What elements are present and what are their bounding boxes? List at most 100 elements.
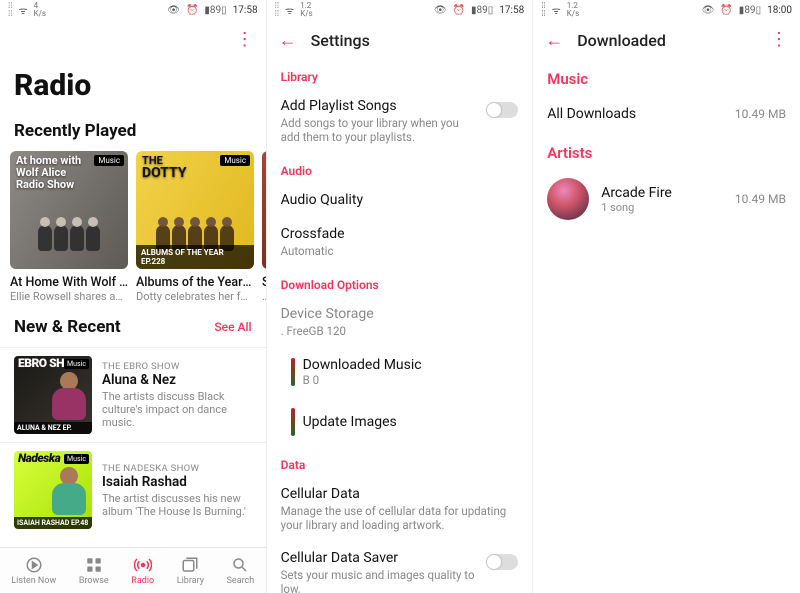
eye-icon: 👁	[167, 5, 180, 16]
row-title: Add Playlist Songs	[281, 98, 479, 114]
row-title: Device Storage	[281, 306, 519, 322]
appbar-downloaded: ← Downloaded ⋮	[533, 20, 800, 60]
eye-icon: 👁	[702, 5, 715, 16]
switch-toggle[interactable]	[486, 102, 518, 118]
artist-name: Arcade Fire	[601, 185, 723, 201]
update-images-row[interactable]: Update Images	[267, 398, 533, 448]
battery-icon: ▮89▯	[204, 5, 226, 16]
wifi-icon: ᯤ	[18, 3, 27, 17]
list-item[interactable]: Music Nadeska ISAIAH RASHAD EP.48 THE NA…	[0, 442, 266, 537]
crossfade-row[interactable]: Crossfade Automatic	[267, 218, 533, 268]
appbar-settings: ← Settings	[267, 20, 533, 60]
show-card-peek[interactable]: S… …	[262, 151, 266, 303]
list-item[interactable]: Music EBRO SH ALUNA & NEZ EP. THE EBRO S…	[0, 347, 266, 442]
back-arrow-icon[interactable]: ←	[279, 30, 297, 51]
alarm-icon: ⏰	[720, 5, 732, 16]
bottom-tab-bar: Listen Now Browse Radio Library Search	[0, 547, 266, 593]
tab-search[interactable]: Search	[227, 556, 255, 586]
see-all-link[interactable]: See All	[214, 320, 251, 334]
row-title: All Downloads	[547, 106, 725, 122]
cellular-data-row[interactable]: Cellular Data Manage the use of cellular…	[267, 478, 533, 542]
signal-icon: ⁞⁞⁞⁞	[8, 2, 12, 18]
tab-browse[interactable]: Browse	[79, 556, 109, 586]
appbar-radio: ⋮	[0, 20, 266, 60]
battery-icon: ▮89▯	[471, 5, 493, 16]
download-section-header: Download Options	[267, 268, 533, 298]
show-sub: Ellie Rowsell shares a…	[10, 290, 128, 303]
cellular-data-saver-row[interactable]: Cellular Data Saver Sets your music and …	[267, 542, 533, 593]
alarm-icon: ⏰	[186, 5, 198, 16]
eye-icon: 👁	[434, 5, 447, 16]
artist-size: 10.49 MB	[735, 192, 786, 206]
row-title: Downloaded Music	[303, 357, 519, 373]
apple-music-badge-icon: Music	[64, 454, 89, 464]
tile-overlay-text: ALBUMS OF THE YEAR EP.228	[136, 245, 254, 269]
audio-section-header: Audio	[267, 154, 533, 184]
show-eyebrow: THE EBRO SHOW	[102, 361, 252, 372]
show-card[interactable]: Music At home withWolf AliceRadio Show A…	[10, 151, 128, 303]
back-arrow-icon[interactable]: ←	[545, 30, 563, 51]
show-tile[interactable]	[262, 151, 266, 269]
apple-music-badge-icon: Music	[220, 155, 250, 166]
show-tile[interactable]: Music THEDOTTY ALBUMS OF THE YEAR EP.228	[136, 151, 254, 269]
tab-radio[interactable]: Radio	[131, 556, 154, 586]
status-bar: ⁞⁞⁞⁞ ᯤ 1.2K/s 👁 ⏰ ▮89▯ 17:58	[267, 0, 533, 20]
show-title: Albums of the Year 20…	[136, 275, 254, 290]
row-subtitle: Sets your music and images quality to lo…	[281, 568, 479, 593]
all-downloads-row[interactable]: All Downloads 10.49 MB	[533, 94, 800, 134]
tab-listen-now[interactable]: Listen Now	[11, 556, 56, 586]
net-rate: 1.2K/s	[567, 2, 579, 18]
add-playlist-songs-row[interactable]: Add Playlist Songs Add songs to your lib…	[267, 90, 533, 154]
clock: 17:58	[499, 5, 524, 16]
show-sub: …	[262, 290, 266, 303]
row-title: Update Images	[303, 414, 519, 430]
artist-sub: 1 song	[601, 201, 723, 214]
show-card[interactable]: Music THEDOTTY ALBUMS OF THE YEAR EP.228…	[136, 151, 254, 303]
status-bar: ⁞⁞⁞⁞ ᯤ 4K/s 👁 ⏰ ▮89▯ 17:58	[0, 0, 266, 20]
battery-icon: ▮89▯	[739, 5, 761, 16]
signal-icon: ⁞⁞⁞⁞	[541, 2, 545, 18]
screen-radio: ⁞⁞⁞⁞ ᯤ 4K/s 👁 ⏰ ▮89▯ 17:58 ⋮ Radio Recen…	[0, 0, 267, 593]
search-icon	[231, 556, 249, 574]
audio-quality-row[interactable]: Audio Quality	[267, 184, 533, 218]
show-desc: The artists discuss Black culture's impa…	[102, 390, 252, 429]
downloaded-music-row[interactable]: Downloaded Music B 0	[267, 348, 533, 398]
wifi-icon: ᯤ	[285, 3, 294, 17]
library-icon	[181, 556, 199, 574]
recently-played-scroll[interactable]: Music At home withWolf AliceRadio Show A…	[0, 151, 266, 303]
show-title: S…	[262, 275, 266, 290]
artist-row[interactable]: Arcade Fire 1 song 10.49 MB	[533, 168, 800, 230]
row-subtitle: . FreeGB 120	[281, 324, 519, 338]
music-section-header: Music	[533, 60, 800, 94]
show-thumb: Music EBRO SH ALUNA & NEZ EP.	[14, 356, 92, 434]
show-eyebrow: THE NADESKA SHOW	[102, 463, 252, 474]
show-desc: The artist discusses his new album 'The …	[102, 492, 252, 518]
show-title: Isaiah Rashad	[102, 474, 252, 490]
artist-avatar	[547, 178, 589, 220]
show-tile[interactable]: Music At home withWolf AliceRadio Show	[10, 151, 128, 269]
show-sub: Dotty celebrates her f…	[136, 290, 254, 303]
alarm-icon: ⏰	[453, 5, 465, 16]
show-title: Aluna & Nez	[102, 372, 252, 388]
artists-section-header: Artists	[533, 134, 800, 168]
appbar-title: Settings	[311, 31, 370, 50]
grid-icon	[85, 556, 103, 574]
overflow-menu-icon[interactable]: ⋮	[236, 35, 254, 45]
status-bar: ⁞⁞⁞⁞ ᯤ 1.2K/s 👁 ⏰ ▮89▯ 18:00	[533, 0, 800, 20]
row-size: 10.49 MB	[735, 107, 786, 121]
device-storage-row[interactable]: Device Storage . FreeGB 120	[267, 298, 533, 348]
radio-waves-icon	[134, 556, 152, 574]
row-title: Cellular Data	[281, 486, 519, 502]
appbar-title: Downloaded	[577, 31, 666, 50]
signal-icon: ⁞⁞⁞⁞	[275, 2, 279, 18]
apple-music-badge-icon: Music	[94, 155, 124, 166]
row-title: Crossfade	[281, 226, 519, 242]
net-rate: 4K/s	[34, 2, 46, 18]
album-strip-icon	[291, 358, 295, 386]
switch-toggle[interactable]	[486, 554, 518, 570]
tab-library[interactable]: Library	[177, 556, 204, 586]
overflow-menu-icon[interactable]: ⋮	[770, 35, 788, 45]
play-circle-icon	[25, 556, 43, 574]
clock: 17:58	[233, 5, 258, 16]
row-subtitle: B 0	[303, 373, 519, 387]
